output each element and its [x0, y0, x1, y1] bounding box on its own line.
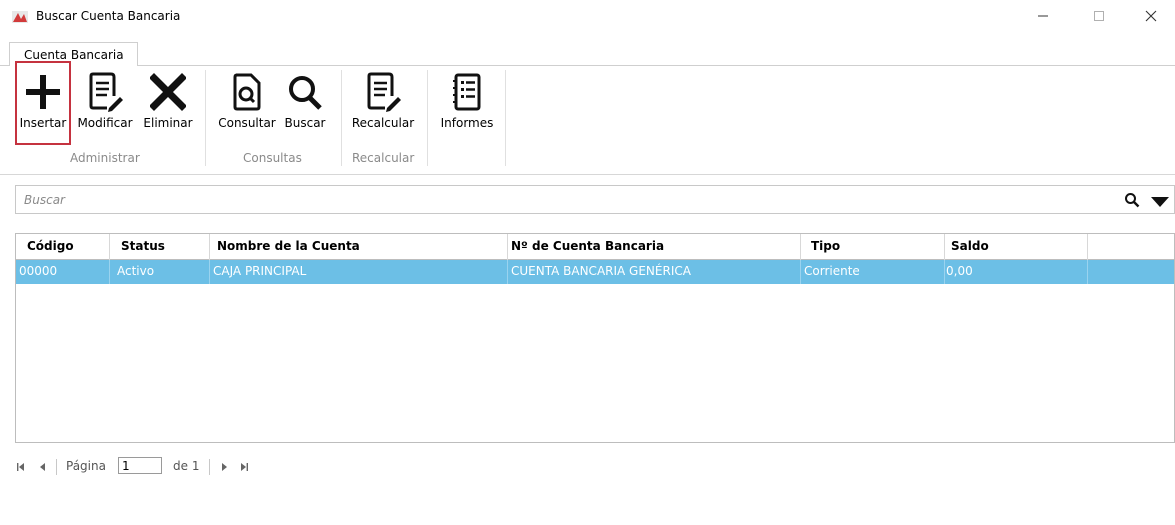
consultar-button[interactable]: Consultar — [214, 62, 280, 142]
cell-divider — [209, 260, 210, 284]
column-header-status[interactable]: Status — [121, 239, 165, 253]
insertar-label: Insertar — [19, 116, 67, 130]
group-label-consultas: Consultas — [243, 151, 302, 165]
document-search-icon — [233, 73, 261, 111]
eliminar-label: Eliminar — [143, 116, 193, 130]
buscar-label: Buscar — [284, 116, 326, 130]
x-icon — [150, 73, 186, 111]
buscar-button[interactable]: Buscar — [280, 62, 330, 142]
cell-divider — [1087, 260, 1088, 284]
insertar-button[interactable]: Insertar — [15, 61, 71, 145]
group-separator — [341, 70, 342, 166]
first-page-icon[interactable] — [16, 462, 26, 472]
column-divider[interactable] — [507, 234, 508, 260]
last-page-icon[interactable] — [239, 462, 249, 472]
recalcular-label: Recalcular — [351, 116, 415, 130]
informes-button[interactable]: Informes — [436, 62, 498, 142]
modificar-label: Modificar — [77, 116, 133, 130]
column-divider[interactable] — [209, 234, 210, 260]
page-label: Página — [66, 459, 106, 473]
cell-divider — [507, 260, 508, 284]
cell-status: Activo — [117, 264, 155, 278]
search-icon[interactable] — [1124, 192, 1140, 208]
cell-numero: CUENTA BANCARIA GENÉRICA — [511, 264, 691, 278]
edit-document-icon — [89, 72, 123, 112]
cell-nombre: CAJA PRINCIPAL — [213, 264, 307, 278]
column-header-numero[interactable]: Nº de Cuenta Bancaria — [511, 239, 664, 253]
close-icon — [1145, 10, 1157, 22]
column-header-codigo[interactable]: Código — [27, 239, 74, 253]
eliminar-button[interactable]: Eliminar — [140, 62, 196, 142]
cell-divider — [800, 260, 801, 284]
column-divider[interactable] — [109, 234, 110, 260]
cell-divider — [109, 260, 110, 284]
page-total-label: de 1 — [173, 459, 200, 473]
column-header-saldo[interactable]: Saldo — [951, 239, 989, 253]
tab-label: Cuenta Bancaria — [24, 48, 124, 62]
pager-divider — [56, 459, 57, 475]
close-button[interactable] — [1128, 0, 1174, 32]
accounts-table: Código Status Nombre de la Cuenta Nº de … — [15, 233, 1175, 443]
group-separator — [505, 70, 506, 166]
recalcular-button[interactable]: Recalcular — [348, 62, 418, 142]
table-header: Código Status Nombre de la Cuenta Nº de … — [16, 234, 1174, 260]
window-title: Buscar Cuenta Bancaria — [36, 9, 181, 23]
table-row[interactable]: 00000 Activo CAJA PRINCIPAL CUENTA BANCA… — [16, 260, 1174, 284]
cell-tipo: Corriente — [804, 264, 860, 278]
pager: Página de 1 — [15, 456, 415, 478]
column-divider[interactable] — [1087, 234, 1088, 260]
consultar-label: Consultar — [218, 116, 276, 130]
cell-saldo: 0,00 — [946, 264, 973, 278]
column-header-nombre[interactable]: Nombre de la Cuenta — [217, 239, 360, 253]
column-divider[interactable] — [944, 234, 945, 260]
page-number-input[interactable] — [118, 457, 162, 474]
minimize-icon — [1038, 15, 1048, 17]
group-separator — [427, 70, 428, 166]
group-label-recalcular: Recalcular — [352, 151, 415, 165]
minimize-button[interactable] — [1020, 0, 1066, 32]
modificar-button[interactable]: Modificar — [70, 62, 140, 142]
search-icon — [289, 76, 322, 110]
prev-page-icon[interactable] — [38, 462, 48, 472]
column-divider[interactable] — [800, 234, 801, 260]
group-label-administrar: Administrar — [70, 151, 140, 165]
maximize-button[interactable] — [1076, 0, 1122, 32]
informes-label: Informes — [440, 116, 494, 130]
pager-divider — [209, 459, 210, 475]
column-header-tipo[interactable]: Tipo — [811, 239, 840, 253]
cell-codigo: 00000 — [19, 264, 58, 278]
app-icon — [12, 11, 28, 23]
maximize-icon — [1094, 11, 1104, 21]
search-input[interactable] — [22, 189, 1106, 211]
group-separator — [205, 70, 206, 166]
search-box — [15, 185, 1175, 214]
next-page-icon[interactable] — [219, 462, 229, 472]
chevron-down-icon[interactable] — [1150, 196, 1170, 208]
report-icon — [453, 73, 481, 111]
edit-document-icon — [367, 72, 401, 112]
plus-icon — [26, 75, 60, 109]
cell-divider — [944, 260, 945, 284]
